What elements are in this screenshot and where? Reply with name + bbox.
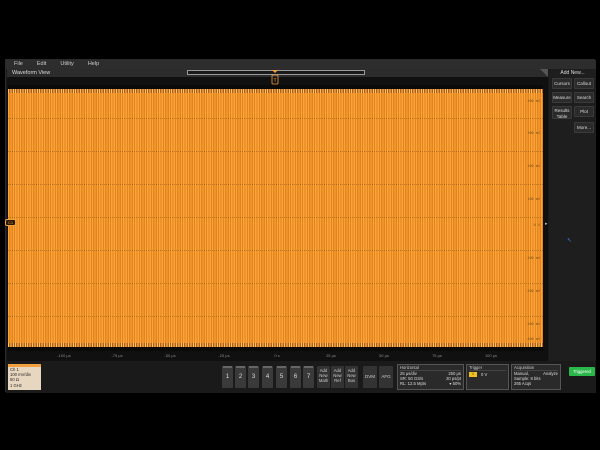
x-tick-label: 100 μs	[484, 353, 498, 358]
channel-tab	[277, 366, 286, 368]
x-tick-label: 75 μs	[432, 353, 442, 358]
more-button[interactable]: More...	[574, 122, 594, 133]
trigger-level: 0 V	[481, 372, 488, 377]
x-tick-label: -100 μs	[57, 353, 71, 358]
waveform-view-title: Waveform View	[12, 70, 51, 76]
channel-1-offset-marker[interactable]: C1	[5, 219, 16, 226]
channel-badge-bandwidth: 1 GHz	[10, 382, 22, 388]
add-new-ref-button[interactable]: Add New Ref	[331, 366, 344, 388]
gridline	[8, 217, 543, 218]
channel-tab	[304, 366, 313, 368]
x-tick-label: 0 s	[274, 353, 280, 358]
gridline	[8, 283, 543, 284]
cursors-button[interactable]: Cursors	[552, 78, 572, 89]
x-tick-label: -75 μs	[111, 353, 123, 358]
menu-edit[interactable]: Edit	[37, 60, 46, 69]
x-tick-label: 25 μs	[326, 353, 336, 358]
waveform-view[interactable]: Waveform View T 400 mV 300 mV 200 mV 100…	[5, 69, 548, 361]
channel-1-badge[interactable]: Ch 1 100 mV/div 50 Ω 1 GHz	[8, 364, 41, 390]
channel-button-label: 6	[293, 374, 298, 380]
channel-button-label: 3	[251, 374, 256, 380]
y-tick-label: -300 mV	[525, 322, 540, 326]
gridline	[8, 118, 543, 119]
channel-tab	[291, 366, 300, 368]
acquisition-count: 265 Acqs	[514, 381, 532, 386]
channel-tab	[249, 366, 258, 368]
results-side-panel: Add New... Cursors Callout Measure Searc…	[549, 69, 596, 361]
search-button[interactable]: Search	[574, 92, 594, 103]
acquisition-analyze: Analyze	[543, 371, 558, 376]
gridline	[8, 184, 543, 185]
record-length: RL: 12.5 Mpts	[400, 381, 427, 386]
trace-bottom-edge	[8, 343, 543, 347]
channel-button-label: 2	[238, 374, 243, 380]
oscilloscope-screen: File Edit Utility Help Waveform View T 4…	[5, 59, 596, 393]
trace-top-edge	[8, 89, 543, 93]
x-tick-label: -25 μs	[218, 353, 230, 358]
horizontal-badge[interactable]: Horizontal 25 μs/div 250 μs SR: 50 GS/s 20…	[397, 364, 464, 390]
y-tick-label: 100 mV	[527, 197, 540, 201]
triggered-status-badge: Triggered	[569, 367, 595, 376]
channel-tab	[236, 366, 245, 368]
menu-utility[interactable]: Utility	[60, 60, 73, 69]
dvm-button[interactable]: DVM	[363, 366, 377, 388]
trigger-source-chip: 1	[469, 372, 477, 377]
y-tick-label: 0 V	[533, 223, 540, 227]
settings-bar: Ch 1 100 mV/div 50 Ω 1 GHz 1 2 3 4 5 6 7…	[6, 362, 596, 393]
channel-2-button[interactable]: 2	[235, 366, 246, 388]
y-tick-label: 200 mV	[527, 164, 540, 168]
add-new-math-button[interactable]: Add New Math	[317, 366, 330, 388]
channel-button-label: 7	[306, 374, 311, 380]
trigger-badge[interactable]: Trigger 1 0 V	[466, 364, 509, 390]
svg-text:T: T	[273, 78, 276, 84]
channel-7-button[interactable]: 7	[303, 366, 314, 388]
channel-1-trace	[8, 91, 543, 345]
x-tick-label: -50 μs	[164, 353, 176, 358]
channel-4-button[interactable]: 4	[262, 366, 273, 388]
measure-button[interactable]: Measure	[552, 92, 572, 103]
waveform-plot-area[interactable]: 400 mV 300 mV 200 mV 100 mV 0 V -100 mV …	[8, 85, 543, 351]
afg-button[interactable]: AFG	[379, 366, 393, 388]
channel-tab	[263, 366, 272, 368]
channel-button-label: 1	[225, 374, 230, 380]
menu-bar: File Edit Utility Help	[6, 60, 596, 69]
menu-file[interactable]: File	[14, 60, 23, 69]
add-new-bus-button[interactable]: Add New Bus	[345, 366, 358, 388]
add-new-header: Add New...	[560, 70, 585, 76]
menu-help[interactable]: Help	[88, 60, 99, 69]
y-tick-label: -100 mV	[525, 256, 540, 260]
trigger-header: Trigger	[469, 365, 506, 371]
results-table-button[interactable]: Results Table	[552, 106, 572, 119]
trigger-position-icon[interactable]: T	[271, 70, 279, 86]
trigger-level-marker-icon[interactable]: ▸	[545, 221, 548, 227]
channel-5-button[interactable]: 5	[276, 366, 287, 388]
callout-button[interactable]: Callout	[574, 78, 594, 89]
acquisition-badge[interactable]: Acquisition Manual, Analyze Sample: 8 bit…	[511, 364, 561, 390]
channel-1-button[interactable]: 1	[222, 366, 233, 388]
channel-tab	[223, 366, 232, 368]
gridline	[8, 250, 543, 251]
x-axis: -100 μs -75 μs -50 μs -25 μs 0 s 25 μs 5…	[8, 352, 543, 360]
gridline	[8, 151, 543, 152]
x-tick-label: 50 μs	[379, 353, 389, 358]
horizontal-position: ▾ 50%	[449, 381, 461, 386]
y-tick-label: -400 mV	[525, 337, 540, 341]
gridline	[8, 316, 543, 317]
view-corner-icon[interactable]	[540, 69, 548, 77]
channel-button-label: 5	[279, 374, 284, 380]
y-tick-label: -200 mV	[525, 289, 540, 293]
y-tick-label: 400 mV	[527, 99, 540, 103]
plot-button[interactable]: Plot	[574, 106, 594, 117]
y-tick-label: 300 mV	[527, 131, 540, 135]
channel-3-button[interactable]: 3	[248, 366, 259, 388]
channel-button-label: 4	[265, 374, 270, 380]
mouse-pointer-icon: ↖	[567, 238, 573, 244]
channel-6-button[interactable]: 6	[290, 366, 301, 388]
